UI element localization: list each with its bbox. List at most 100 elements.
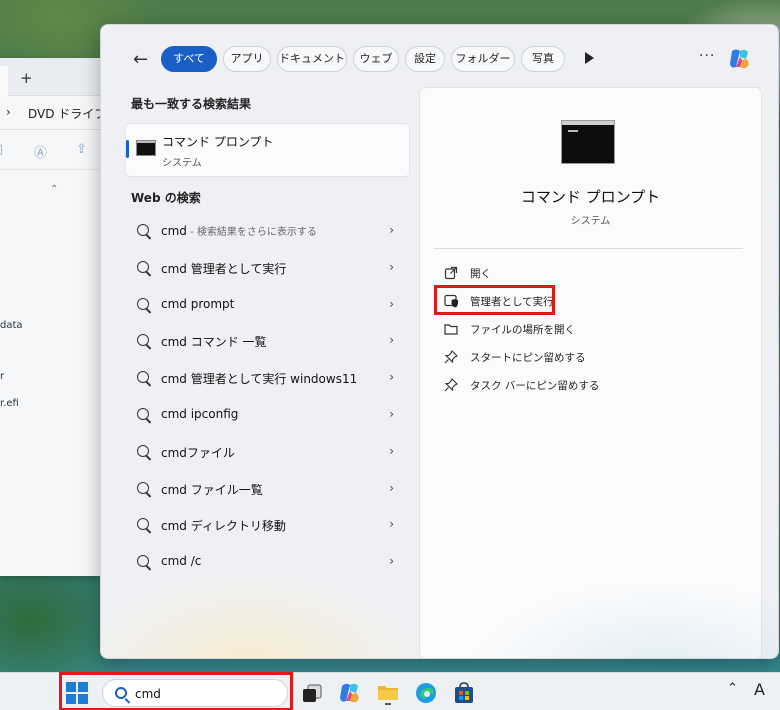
web-search-item[interactable]: cmd ファイル一覧 ›	[125, 475, 410, 507]
more-filters-play-icon[interactable]	[585, 52, 594, 64]
chevron-right-icon: ›	[389, 370, 394, 384]
copilot-icon[interactable]	[338, 681, 362, 705]
file-name[interactable]: r	[0, 371, 4, 382]
web-search-query: cmd prompt	[161, 297, 235, 311]
web-search-item[interactable]: cmd - 検索結果をさらに表示する ›	[125, 217, 410, 249]
filter-chip-documents[interactable]: ドキュメント	[277, 46, 347, 72]
pin-icon	[444, 378, 458, 392]
web-search-item[interactable]: cmd prompt ›	[125, 291, 410, 323]
search-icon	[137, 445, 149, 457]
file-name[interactable]: r.efi	[0, 398, 19, 409]
action-label: スタートにピン留めする	[470, 352, 586, 364]
search-icon	[137, 261, 149, 273]
back-arrow-icon[interactable]: ←	[133, 49, 148, 70]
chevron-right-icon: ›	[389, 407, 394, 421]
more-options-icon[interactable]: ···	[699, 48, 715, 64]
search-icon	[137, 334, 149, 346]
web-search-item[interactable]: cmd ipconfig ›	[125, 401, 410, 433]
web-search-heading: Web の検索	[131, 191, 201, 205]
chevron-right-icon: ›	[389, 444, 394, 458]
rename-icon[interactable]: Ⓐ	[34, 142, 47, 161]
filter-chip-photos[interactable]: 写真	[521, 46, 565, 72]
search-filter-bar: ← すべて アプリ ドキュメント ウェブ 設定 フォルダー 写真 ···	[101, 45, 778, 73]
search-icon	[115, 687, 127, 699]
detail-subtitle: システム	[570, 216, 611, 227]
search-icon	[137, 482, 149, 494]
web-search-item[interactable]: cmd /c ›	[125, 548, 410, 580]
chevron-right-icon: ›	[389, 297, 394, 311]
best-match-name: コマンド プロンプト	[162, 135, 274, 149]
file-explorer-icon[interactable]	[376, 681, 400, 705]
new-tab-icon[interactable]: +	[20, 69, 33, 87]
best-match-type: システム	[162, 158, 202, 169]
filter-chip-web[interactable]: ウェブ	[353, 46, 399, 72]
windows-start-icon[interactable]	[66, 682, 88, 704]
search-panel: ← すべて アプリ ドキュメント ウェブ 設定 フォルダー 写真 ··· 最も一…	[100, 24, 779, 659]
search-icon	[137, 408, 149, 420]
web-search-query: cmd - 検索結果をさらに表示する	[161, 224, 317, 238]
chevron-right-icon: ›	[389, 517, 394, 531]
detail-divider	[434, 248, 743, 249]
web-search-query: cmd /c	[161, 554, 202, 568]
action-pin-to-taskbar[interactable]: タスク バーにピン留めする	[442, 374, 682, 396]
pin-icon	[444, 350, 458, 364]
action-open[interactable]: 開く	[442, 262, 682, 284]
best-match-result[interactable]: コマンド プロンプト システム	[125, 123, 410, 177]
taskbar-search-input[interactable]	[135, 684, 275, 704]
open-external-icon	[444, 266, 458, 280]
chevron-up-icon[interactable]: ⌃	[727, 681, 738, 696]
filter-chip-apps[interactable]: アプリ	[223, 46, 271, 72]
command-prompt-large-icon	[561, 120, 615, 164]
task-view-icon[interactable]	[300, 681, 324, 705]
search-icon	[137, 518, 149, 530]
chevron-right-icon: ›	[389, 554, 394, 568]
edge-icon[interactable]	[414, 681, 438, 705]
detail-title: コマンド プロンプト	[520, 188, 661, 206]
folder-icon	[444, 324, 458, 335]
search-icon	[137, 555, 149, 567]
copilot-icon[interactable]	[727, 47, 753, 71]
chevron-right-icon: ›	[389, 223, 394, 237]
action-label: ファイルの場所を開く	[470, 324, 575, 336]
chevron-right-icon: ›	[389, 333, 394, 347]
chevron-right-icon: ›	[389, 481, 394, 495]
web-search-query: cmd 管理者として実行 windows11	[161, 372, 358, 386]
breadcrumb-chevron-icon: ›	[6, 105, 11, 119]
action-pin-to-start[interactable]: スタートにピン留めする	[442, 346, 682, 368]
action-label: タスク バーにピン留めする	[470, 380, 600, 392]
taskbar: ⌃ A	[0, 672, 780, 710]
action-run-as-admin[interactable]: 管理者として実行	[442, 290, 682, 312]
best-match-heading: 最も一致する検索結果	[131, 97, 252, 111]
action-label: 開く	[470, 268, 491, 280]
web-search-item[interactable]: cmdファイル ›	[125, 438, 410, 470]
filter-chip-all[interactable]: すべて	[161, 46, 217, 72]
web-search-query: cmd ipconfig	[161, 407, 239, 421]
web-search-item[interactable]: cmd コマンド 一覧 ›	[125, 327, 410, 359]
filter-chip-folders[interactable]: フォルダー	[451, 46, 515, 72]
search-icon	[137, 224, 149, 236]
web-search-item[interactable]: cmd 管理者として実行 windows11 ›	[125, 364, 410, 396]
sort-caret-icon[interactable]: ⌃	[50, 184, 58, 195]
web-search-query: cmd ディレクトリ移動	[161, 519, 286, 533]
web-search-query: cmdファイル	[161, 446, 235, 460]
chevron-right-icon: ›	[389, 260, 394, 274]
taskbar-search-box[interactable]	[102, 679, 288, 707]
command-prompt-icon	[136, 140, 156, 156]
explorer-tab[interactable]	[0, 66, 8, 96]
search-icon	[137, 371, 149, 383]
result-detail-pane: コマンド プロンプト システム 開く 管理者として実行 ファイルの場所を開く ス…	[419, 87, 762, 658]
web-search-item[interactable]: cmd 管理者として実行 ›	[125, 254, 410, 286]
selection-indicator	[126, 140, 129, 158]
ime-indicator[interactable]: A	[754, 680, 765, 699]
web-search-query: cmd ファイル一覧	[161, 483, 263, 497]
shield-admin-icon	[444, 294, 458, 308]
web-search-query: cmd 管理者として実行	[161, 262, 287, 276]
search-icon	[137, 298, 149, 310]
share-icon[interactable]: ⇪	[76, 142, 87, 157]
filter-chip-settings[interactable]: 設定	[405, 46, 445, 72]
copy-icon[interactable]: ▯	[0, 142, 3, 157]
action-open-file-location[interactable]: ファイルの場所を開く	[442, 318, 682, 340]
file-name[interactable]: data	[0, 320, 23, 331]
web-search-item[interactable]: cmd ディレクトリ移動 ›	[125, 511, 410, 543]
store-icon[interactable]	[452, 681, 476, 705]
